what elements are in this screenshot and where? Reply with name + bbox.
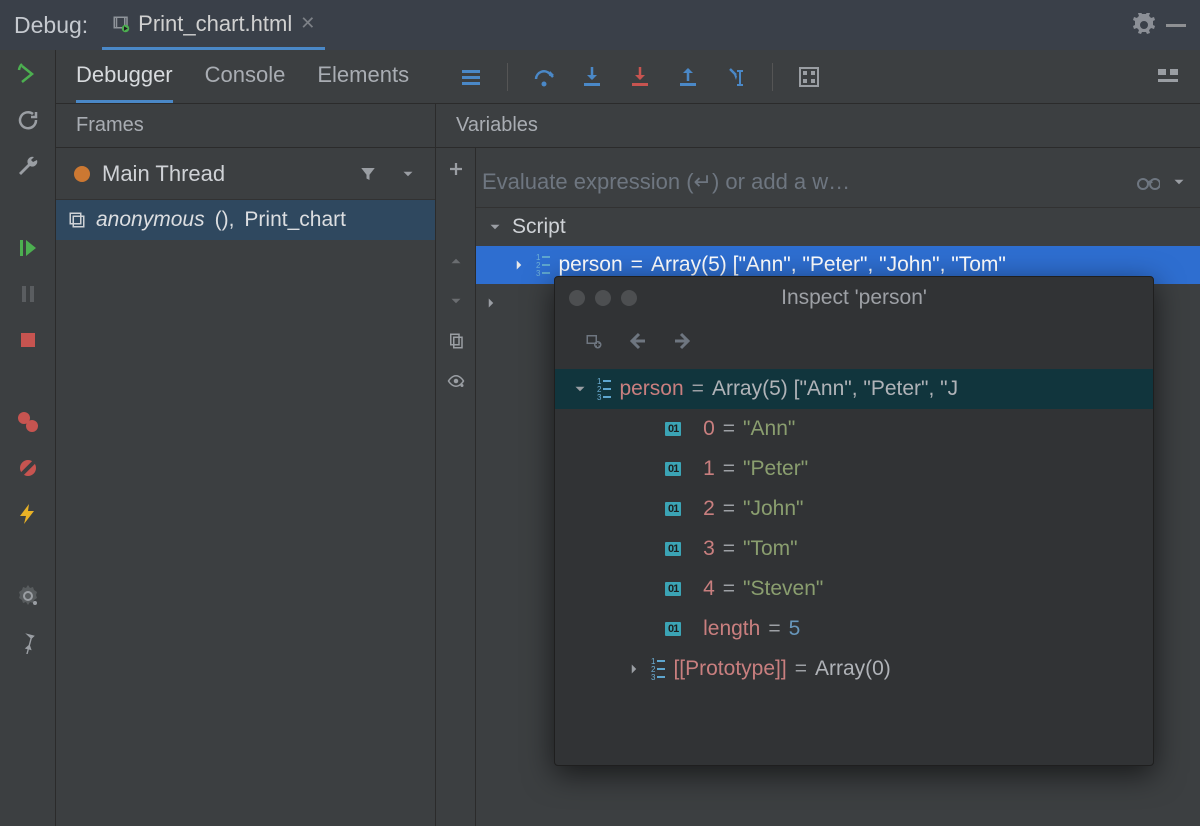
minimize-icon[interactable] <box>1166 24 1186 27</box>
threads-icon[interactable] <box>459 65 483 89</box>
tab-elements[interactable]: Elements <box>317 50 409 103</box>
variables-pane: Variables Evaluate expression (↵) or add… <box>436 104 1200 826</box>
tree-row-script[interactable]: Script <box>476 208 1200 246</box>
stack-file: Print_chart <box>244 208 346 232</box>
filter-icon[interactable] <box>359 165 377 183</box>
thread-status-icon <box>74 166 90 182</box>
chevron-down-icon[interactable] <box>1170 173 1188 191</box>
pause-icon[interactable] <box>16 282 40 306</box>
lightning-icon[interactable] <box>16 502 40 526</box>
value-icon: 01 <box>665 542 681 556</box>
chevron-right-icon <box>510 256 528 274</box>
frames-thread-row[interactable]: Main Thread <box>56 148 435 200</box>
stop-icon[interactable] <box>16 328 40 352</box>
titlebar: Debug: Print_chart.html ✕ <box>0 0 1200 50</box>
inspect-proto-row[interactable]: 123 [[Prototype]] = Array(0) <box>555 649 1153 689</box>
file-run-icon <box>112 15 130 33</box>
inspect-item-row[interactable]: 01 3 = "Tom" <box>555 529 1153 569</box>
variables-header: Variables <box>436 104 1200 148</box>
mute-breakpoints-icon[interactable] <box>16 456 40 480</box>
glasses-icon[interactable] <box>1136 170 1160 194</box>
tab-console[interactable]: Console <box>205 50 286 103</box>
wrench-icon[interactable] <box>16 154 40 178</box>
file-tab[interactable]: Print_chart.html ✕ <box>102 0 325 50</box>
inspect-length-row[interactable]: 01 length = 5 <box>555 609 1153 649</box>
step-out-icon[interactable] <box>676 65 700 89</box>
arrow-left-icon[interactable] <box>625 329 649 353</box>
chevron-up-small-icon[interactable] <box>447 252 465 270</box>
value-icon: 01 <box>665 622 681 636</box>
arrow-right-icon[interactable] <box>671 329 695 353</box>
tab-debugger[interactable]: Debugger <box>76 50 173 103</box>
inspect-item-row[interactable]: 01 1 = "Peter" <box>555 449 1153 489</box>
file-tab-label: Print_chart.html <box>138 11 292 37</box>
frames-icon <box>68 211 86 229</box>
chevron-down-icon[interactable] <box>399 165 417 183</box>
close-icon[interactable]: ✕ <box>300 13 315 34</box>
stack-fn: anonymous <box>96 208 205 232</box>
array-icon: 123 <box>536 254 550 277</box>
add-watch-icon[interactable] <box>447 160 465 178</box>
breakpoints-icon[interactable] <box>16 410 40 434</box>
inspect-root-row[interactable]: 123 person = Array(5) ["Ann", "Peter", "… <box>555 369 1153 409</box>
evaluate-input[interactable]: Evaluate expression (↵) or add a w… <box>476 169 1126 195</box>
evaluate-icon[interactable] <box>797 65 821 89</box>
chevron-right-icon <box>482 294 500 312</box>
variables-tree: Evaluate expression (↵) or add a w… Scri… <box>476 148 1200 826</box>
refresh-icon[interactable] <box>16 108 40 132</box>
stack-frame-row[interactable]: anonymous(), Print_chart <box>56 200 435 240</box>
chevron-right-icon <box>625 660 643 678</box>
value-icon: 01 <box>665 582 681 596</box>
chevron-down-icon <box>486 218 504 236</box>
array-icon: 123 <box>651 658 665 681</box>
run-to-cursor-icon[interactable] <box>724 65 748 89</box>
step-over-icon[interactable] <box>532 65 556 89</box>
copy-icon[interactable] <box>447 332 465 350</box>
array-icon: 123 <box>597 378 611 401</box>
frames-header: Frames <box>56 104 435 148</box>
inspect-titlebar[interactable]: Inspect 'person' <box>555 277 1153 319</box>
frames-pane: Frames Main Thread anonymous(), Print_ch… <box>56 104 436 826</box>
value-icon: 01 <box>665 502 681 516</box>
thread-name: Main Thread <box>102 161 347 187</box>
debugger-toolbar: Debugger Console Elements <box>56 50 1200 104</box>
inspect-item-row[interactable]: 01 0 = "Ann" <box>555 409 1153 449</box>
value-icon: 01 <box>665 422 681 436</box>
eye-icon[interactable] <box>447 372 465 390</box>
inspect-item-row[interactable]: 01 2 = "John" <box>555 489 1153 529</box>
inspect-item-row[interactable]: 01 4 = "Steven" <box>555 569 1153 609</box>
person-value: Array(5) ["Ann", "Peter", "John", "Tom" <box>651 253 1006 277</box>
variables-gutter <box>436 148 476 826</box>
step-into-icon[interactable] <box>580 65 604 89</box>
inspect-popup: Inspect 'person' 123 <box>554 276 1154 766</box>
force-step-into-icon[interactable] <box>628 65 652 89</box>
chevron-down-small-icon[interactable] <box>447 292 465 310</box>
inspect-root-value: Array(5) ["Ann", "Peter", "J <box>712 377 958 401</box>
gear-icon[interactable] <box>1132 13 1156 37</box>
settings-gear-icon[interactable] <box>16 584 40 608</box>
new-watch-icon[interactable] <box>585 332 603 350</box>
layout-icon[interactable] <box>1156 65 1180 89</box>
debug-rail <box>0 50 56 826</box>
pin-icon[interactable] <box>16 630 40 654</box>
debug-title: Debug: <box>14 12 88 39</box>
script-label: Script <box>512 215 566 239</box>
value-icon: 01 <box>665 462 681 476</box>
window-controls[interactable] <box>569 290 637 306</box>
person-label: person <box>558 253 622 277</box>
chevron-down-icon <box>571 380 589 398</box>
inspect-toolbar <box>555 319 1153 363</box>
rerun-icon[interactable] <box>16 62 40 86</box>
frames-stack: anonymous(), Print_chart <box>56 200 435 826</box>
resume-icon[interactable] <box>16 236 40 260</box>
inspect-title: Inspect 'person' <box>781 286 927 310</box>
inspect-tree: 123 person = Array(5) ["Ann", "Peter", "… <box>555 363 1153 765</box>
inspect-root-label: person <box>619 377 683 401</box>
